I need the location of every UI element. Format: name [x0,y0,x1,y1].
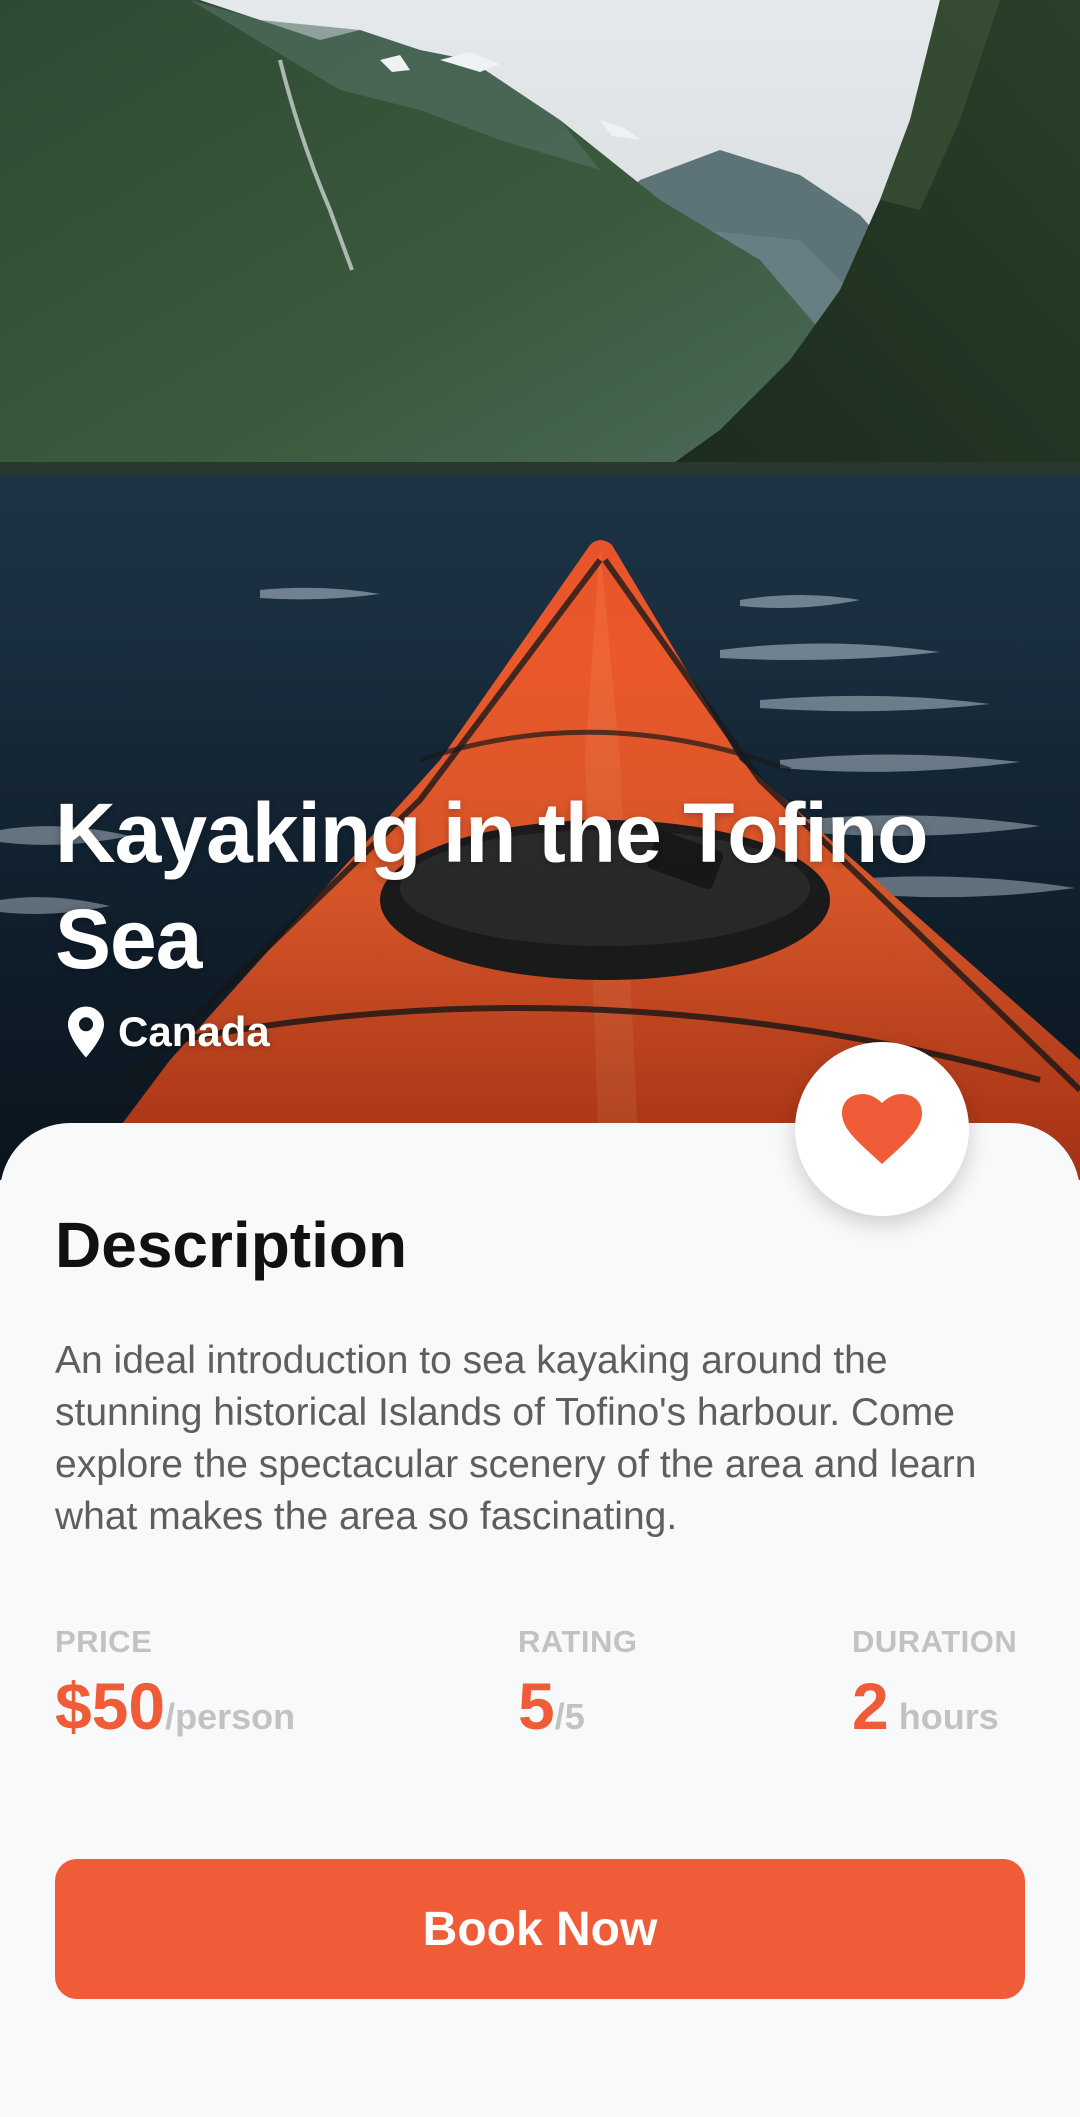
hero-image [0,0,1080,1180]
heart-icon [842,1094,922,1164]
duration-stat: DURATION 2 hours [852,1622,1017,1746]
price-value: $50 [55,1669,166,1743]
kayak-fjord-photo [0,0,1080,1180]
price-stat: PRICE $50/person [55,1622,295,1746]
rating-stat: RATING 5/5 [518,1622,638,1746]
duration-value: 2 [852,1669,889,1743]
map-pin-icon [68,1006,104,1058]
price-label: PRICE [55,1624,153,1659]
favorite-button[interactable] [795,1042,969,1216]
rating-value: 5 [518,1669,555,1743]
description-text: An ideal introduction to sea kayaking ar… [55,1339,977,1538]
book-now-button[interactable]: Book Now [55,1859,1025,1999]
rating-unit: /5 [554,1696,585,1737]
duration-unit: hours [888,1696,999,1737]
description-heading: Description [55,1209,408,1281]
page-title: Kayaking in the Tofino Sea [55,786,928,986]
price-unit: /person [165,1696,296,1737]
location: Canada [68,1006,270,1058]
duration-label: DURATION [852,1624,1018,1659]
location-label: Canada [118,1008,270,1055]
rating-label: RATING [518,1624,638,1659]
